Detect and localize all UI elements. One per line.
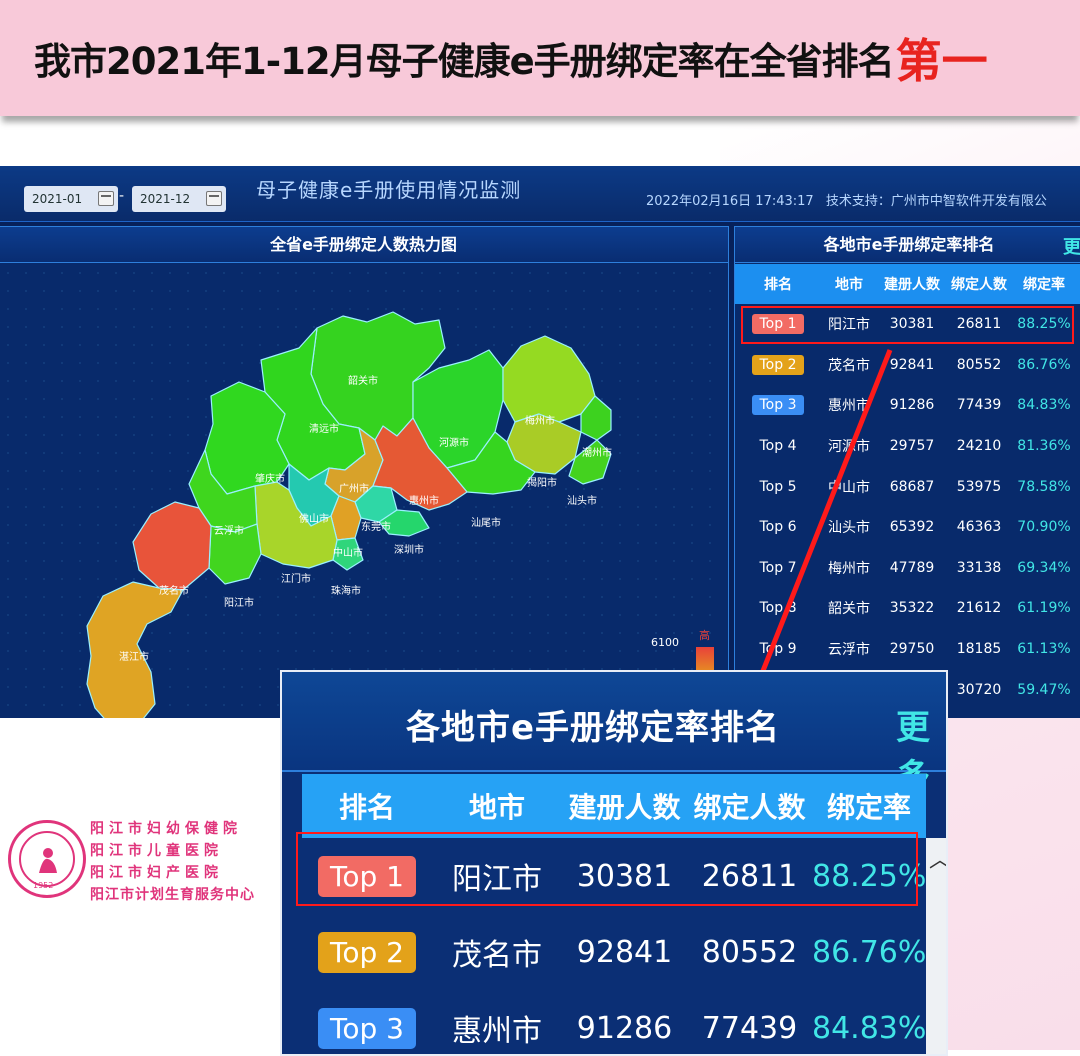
org-name: 阳江市计划生育服务中心	[90, 887, 255, 903]
scrollbar[interactable]: ︿	[926, 838, 946, 1054]
org-name: 阳江市儿童医院	[90, 843, 223, 859]
bound-cell: 80552	[701, 934, 798, 970]
city-cell: 惠州市	[452, 1014, 542, 1049]
org-name: 阳江市妇幼保健院	[90, 821, 242, 837]
org-name: 阳江市妇产医院	[90, 865, 223, 881]
registered-cell: 91286	[576, 1010, 673, 1046]
organization-names: 阳江市妇幼保健院 阳江市儿童医院 阳江市妇产医院 阳江市计划生育服务中心	[90, 818, 255, 906]
rate-cell: 86.76%	[812, 934, 927, 970]
zoom-row-3[interactable]: Top 3 惠州市 91286 77439 84.83%	[302, 992, 927, 1054]
city-cell: 茂名市	[452, 938, 542, 973]
zoom-col-bound: 绑定人数	[693, 791, 806, 824]
zoom-col-city: 地市	[468, 791, 525, 824]
logo-year: 1952	[33, 881, 54, 890]
zoom-col-rank: 排名	[338, 791, 395, 824]
zoom-row-2[interactable]: Top 2 茂名市 92841 80552 86.76%	[302, 916, 926, 988]
rate-cell: 84.83%	[812, 1010, 927, 1046]
zoom-table-header: 排名 地市 建册人数 绑定人数 绑定率	[302, 774, 926, 838]
chevron-up-icon[interactable]: ︿	[929, 842, 946, 874]
hospital-logo: 1952	[8, 820, 86, 898]
registered-cell: 92841	[576, 934, 673, 970]
zoom-col-registered: 建册人数	[568, 791, 681, 824]
mother-child-icon	[39, 848, 57, 873]
zoom-col-rate: 绑定率	[826, 791, 911, 824]
zoom-title: 各地市e手册绑定率排名	[406, 708, 781, 748]
zoom-highlight-box	[296, 832, 918, 906]
bound-cell: 77439	[701, 1010, 798, 1046]
zoom-header: 各地市e手册绑定率排名 更多	[282, 672, 946, 797]
rank-badge: Top 2	[318, 931, 416, 973]
rank-badge: Top 3	[318, 1007, 416, 1049]
